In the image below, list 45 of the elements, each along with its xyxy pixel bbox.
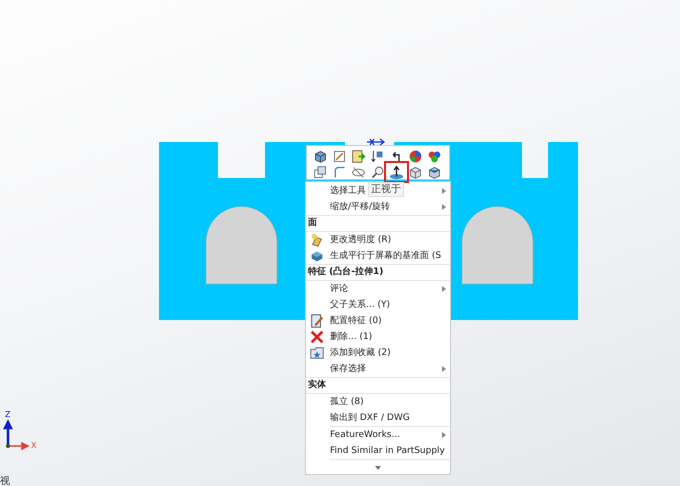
- menu-item[interactable]: 配置特征 (0): [330, 315, 382, 327]
- section-header: 面: [306, 215, 450, 232]
- axis-label: Z: [5, 410, 10, 419]
- menu-item[interactable]: 保存选择: [330, 363, 366, 375]
- shaded-cube-icon[interactable]: [427, 164, 442, 180]
- menu-item[interactable]: 父子关系... (Y): [330, 299, 390, 311]
- menu-item[interactable]: Find Similar in PartSupply: [330, 445, 445, 457]
- cube-icon[interactable]: [313, 148, 328, 164]
- submenu-arrow-icon: [442, 432, 446, 438]
- expand-icon[interactable]: [375, 466, 381, 470]
- hide-icon[interactable]: [351, 164, 366, 180]
- submenu-arrow-icon: [442, 366, 446, 372]
- origin-arrow-icon: [366, 138, 386, 146]
- menu-item[interactable]: 输出到 DXF / DWG: [330, 412, 410, 424]
- status-text: 视: [0, 474, 10, 486]
- menu-item[interactable]: 添加到收藏 (2): [330, 347, 391, 359]
- star-folder-icon: [309, 345, 325, 361]
- menu-item[interactable]: 更改透明度 (R): [330, 234, 392, 246]
- submenu-arrow-icon: [442, 204, 446, 210]
- curve-icon[interactable]: [332, 164, 347, 180]
- sphere-icon[interactable]: [408, 148, 423, 164]
- paint-icon: [309, 232, 325, 248]
- normal-to-icon[interactable]: [389, 164, 404, 180]
- edit-icon: [309, 313, 325, 329]
- document-icon[interactable]: [351, 148, 366, 164]
- menu-item[interactable]: 生成平行于屏幕的基准面 (S: [330, 250, 442, 262]
- delete-icon: [309, 329, 325, 345]
- submenu-arrow-icon: [442, 286, 446, 292]
- sketch-icon[interactable]: [332, 148, 347, 164]
- view-orientation-icon[interactable]: [313, 164, 328, 180]
- axis-label: X: [31, 441, 36, 450]
- menu-item[interactable]: 删除... (1): [330, 331, 372, 343]
- menu-item[interactable]: 选择工具: [330, 185, 366, 197]
- menu-item[interactable]: FeatureWorks...: [330, 429, 400, 441]
- color-palette-icon[interactable]: [427, 148, 442, 164]
- section-header: 特征 (凸台-拉伸1): [306, 264, 450, 281]
- arrow-cube-icon[interactable]: [370, 148, 385, 164]
- menu-item[interactable]: 缩放/平移/旋转: [330, 201, 390, 213]
- menu-item[interactable]: 评论: [330, 283, 348, 295]
- tooltip: 正视于: [368, 182, 404, 197]
- menu-item[interactable]: 孤立 (8): [330, 396, 364, 408]
- submenu-arrow-icon: [442, 188, 446, 194]
- zoom-icon[interactable]: [370, 164, 385, 180]
- box-icon[interactable]: [408, 164, 423, 180]
- section-header: 实体: [306, 377, 450, 394]
